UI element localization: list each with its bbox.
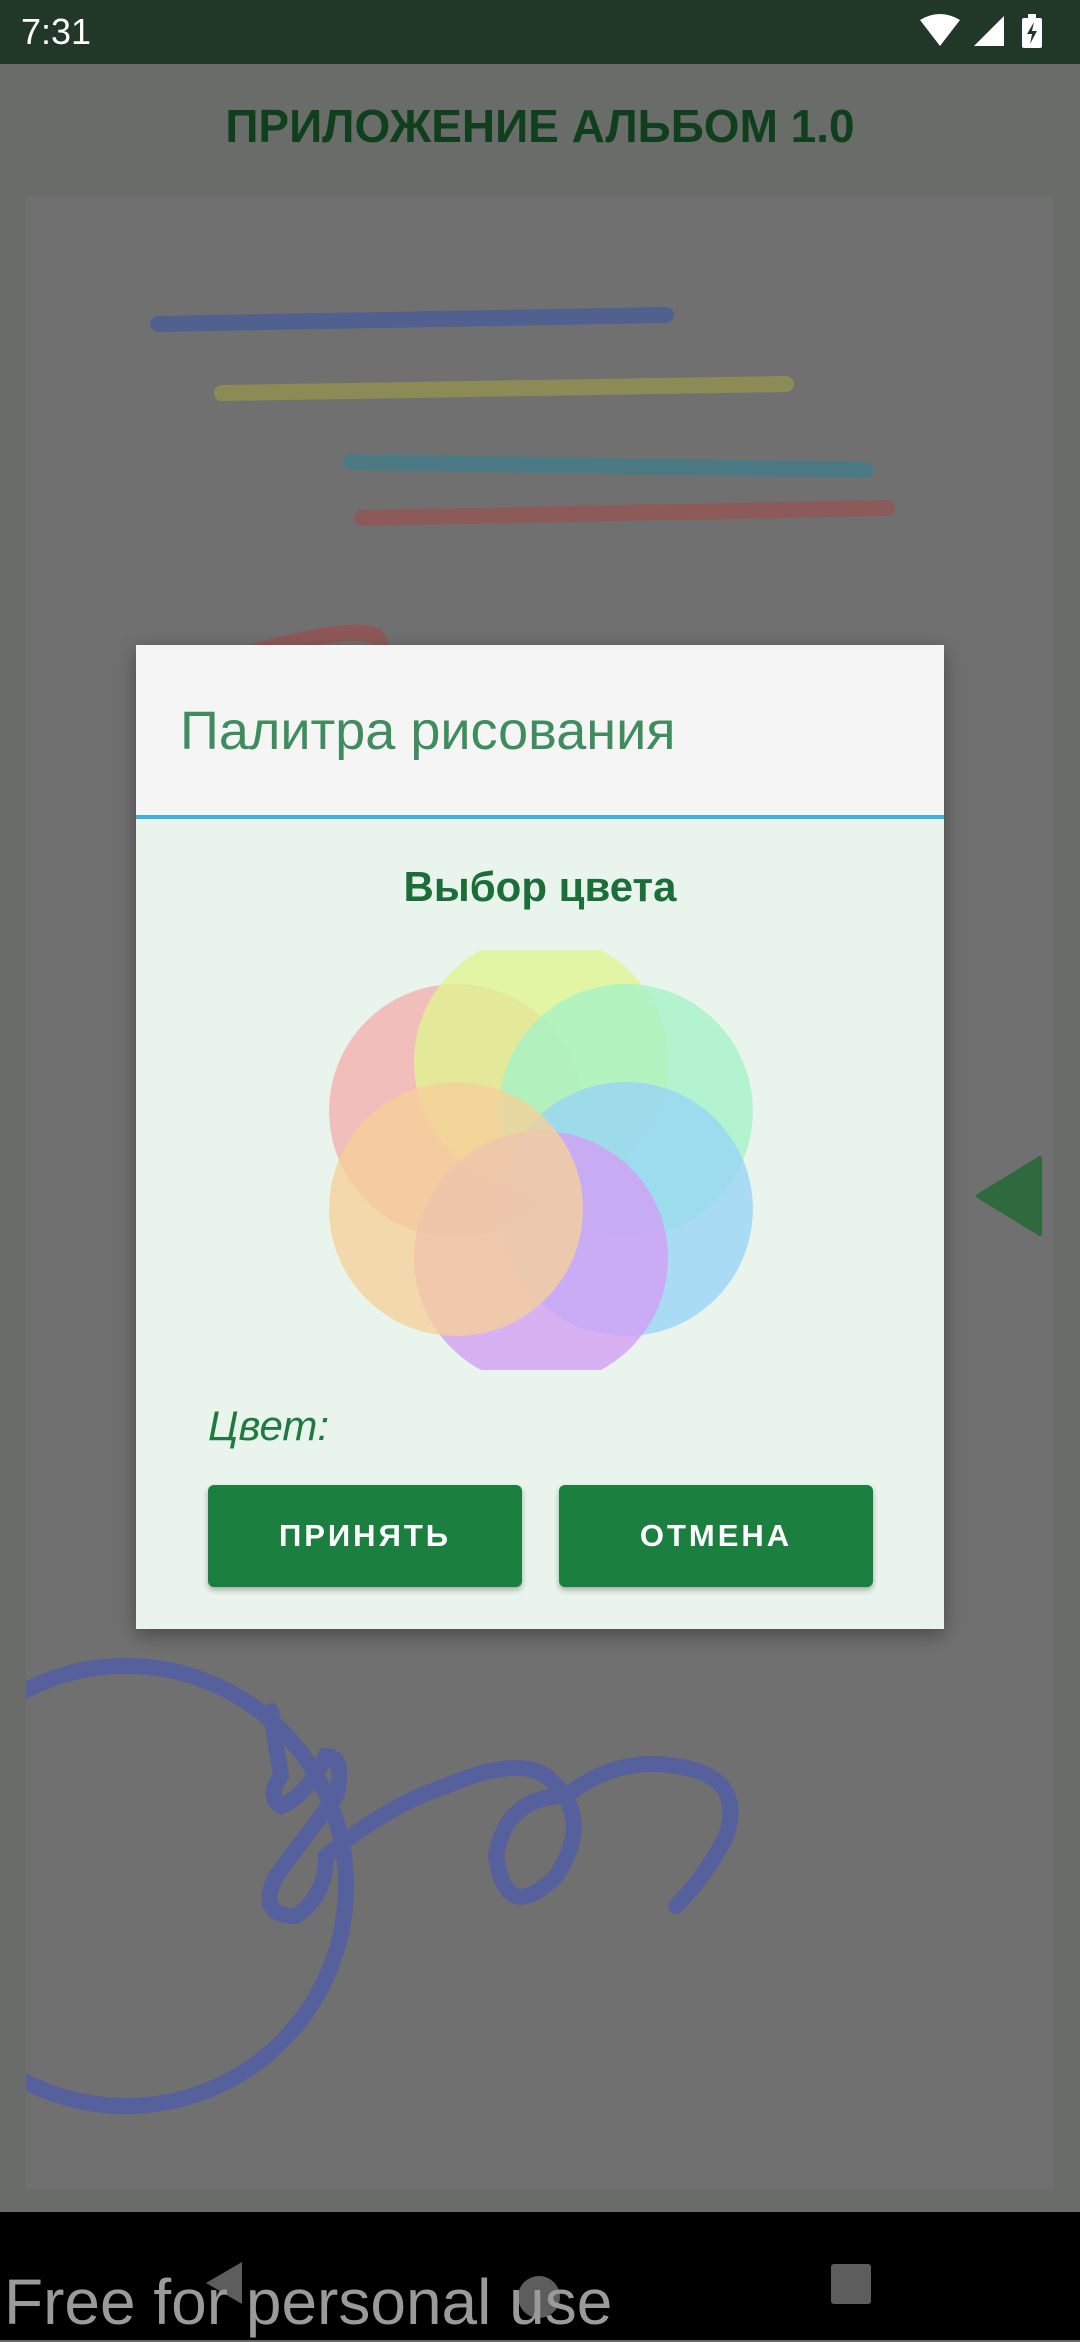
accept-button[interactable]: ПРИНЯТЬ xyxy=(208,1485,522,1587)
cellular-signal-icon xyxy=(974,16,1004,46)
wifi-icon xyxy=(920,14,960,46)
palette-dialog: Палитра рисования Выбор цвета Цвет: ПРИН… xyxy=(136,645,944,1629)
side-panel-arrow-icon[interactable] xyxy=(974,1156,1044,1236)
dialog-title: Палитра рисования xyxy=(180,701,676,761)
color-value-label: Цвет: xyxy=(208,1402,330,1449)
dialog-header: Палитра рисования xyxy=(136,645,944,819)
status-time: 7:31 xyxy=(21,11,92,52)
palette-swatch[interactable] xyxy=(329,1082,584,1336)
stroke-blue-line xyxy=(150,307,674,332)
status-icons xyxy=(920,14,1042,48)
app-title: ПРИЛОЖЕНИЕ АЛЬБОМ 1.0 xyxy=(225,100,855,152)
stroke-yellow-line xyxy=(214,376,794,401)
stroke-teal-line xyxy=(343,454,874,478)
status-bar: 7:31 xyxy=(0,0,1080,64)
battery-charging-icon xyxy=(1022,14,1042,48)
color-palette-wheel[interactable] xyxy=(316,950,766,1370)
stroke-red-line xyxy=(354,500,895,526)
cancel-button[interactable]: ОТМЕНА xyxy=(559,1485,873,1587)
stroke-blue-circle xyxy=(26,1658,354,2114)
watermark: Free for personal use xyxy=(4,2266,613,2338)
recent-apps-icon[interactable] xyxy=(831,2264,871,2304)
dialog-subtitle: Выбор цвета xyxy=(403,863,677,910)
